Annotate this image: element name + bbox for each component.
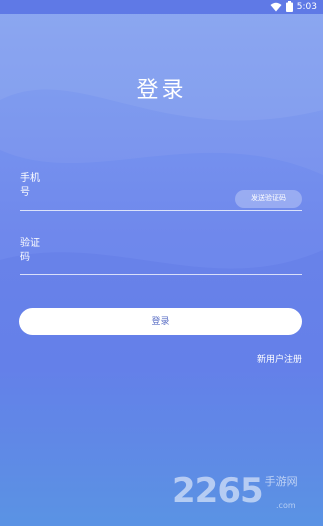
page-title: 登录 (136, 78, 187, 103)
watermark-number: 2265 (172, 471, 264, 511)
login-button[interactable]: 登录 (19, 308, 302, 335)
phone-input[interactable] (20, 210, 302, 211)
code-label: 验证 码 (20, 238, 40, 263)
register-link[interactable]: 新用户注册 (257, 352, 302, 365)
phone-label: 手机 号 (20, 173, 40, 198)
wifi-icon (270, 2, 282, 11)
send-code-button[interactable]: 发送验证码 (235, 190, 302, 208)
status-icons: 5:03 (270, 1, 317, 12)
watermark-text: 手游网 (264, 475, 298, 488)
watermark-url: .com (276, 501, 296, 510)
code-input[interactable] (20, 274, 302, 275)
battery-icon (285, 1, 293, 12)
status-bar: 5:03 (0, 0, 323, 14)
status-time: 5:03 (296, 1, 317, 12)
